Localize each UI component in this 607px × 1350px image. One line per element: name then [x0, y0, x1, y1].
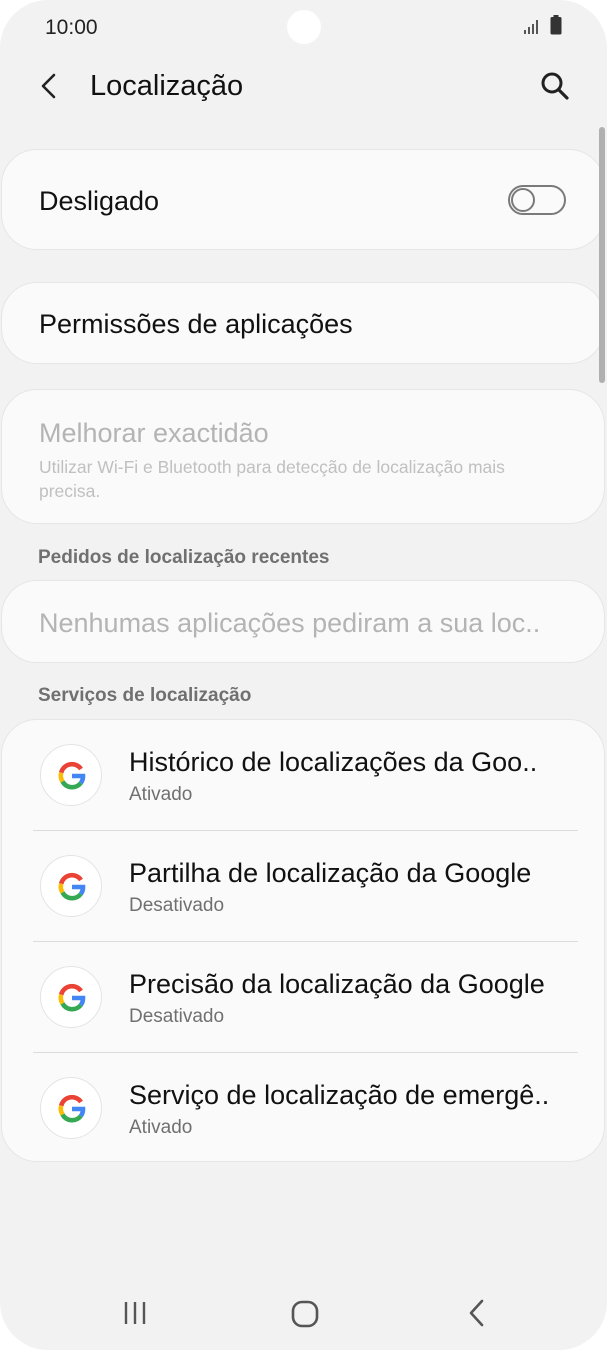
google-icon	[40, 744, 102, 806]
search-icon[interactable]	[538, 69, 572, 103]
recent-requests-empty-text: Nenhumas aplicações pediram a sua loc..	[39, 608, 541, 638]
service-status: Desativado	[129, 895, 225, 916]
google-icon	[40, 1077, 102, 1139]
location-toggle-label: Desligado	[39, 186, 160, 216]
recent-apps-icon[interactable]	[120, 1298, 150, 1328]
service-item-location-history[interactable]: Histórico de localizações da Goo.. Ativa…	[2, 720, 606, 831]
home-icon[interactable]	[289, 1298, 321, 1330]
battery-icon	[550, 15, 562, 35]
service-status: Ativado	[129, 1117, 193, 1138]
app-bar: Localização	[0, 56, 607, 120]
nav-back-icon[interactable]	[462, 1298, 492, 1328]
recent-requests-header: Pedidos de localização recentes	[38, 547, 330, 568]
service-status: Ativado	[129, 784, 193, 805]
app-permissions-item[interactable]: Permissões de aplicações	[1, 282, 605, 364]
navigation-bar	[0, 1276, 607, 1350]
phone-screen: 10:00 Localização Desligado Permissões d…	[0, 0, 607, 1350]
service-status: Desativado	[129, 1006, 225, 1027]
service-item-location-accuracy[interactable]: Precisão da localização da Google Desati…	[2, 942, 606, 1053]
service-title: Serviço de localização de emergê..	[129, 1080, 550, 1110]
scrollbar[interactable]	[599, 127, 605, 383]
front-camera	[287, 10, 321, 44]
google-icon	[40, 855, 102, 917]
improve-accuracy-description: Utilizar Wi-Fi e Bluetooth para detecção…	[39, 457, 505, 501]
app-permissions-label: Permissões de aplicações	[39, 309, 353, 339]
location-services-card: Histórico de localizações da Goo.. Ativa…	[1, 719, 605, 1162]
service-title: Partilha de localização da Google	[129, 858, 532, 888]
service-title: Histórico de localizações da Goo..	[129, 747, 538, 777]
google-icon	[40, 966, 102, 1028]
location-toggle-card[interactable]: Desligado	[1, 149, 605, 250]
toggle-knob	[511, 188, 535, 212]
service-item-location-sharing[interactable]: Partilha de localização da Google Desati…	[2, 831, 606, 942]
improve-accuracy-title: Melhorar exactidão	[39, 418, 269, 448]
location-toggle-switch[interactable]	[508, 185, 566, 215]
status-time: 10:00	[45, 16, 98, 39]
back-arrow-icon[interactable]	[34, 70, 66, 102]
location-services-header: Serviços de localização	[38, 685, 252, 706]
status-bar: 10:00	[0, 0, 607, 56]
recent-requests-card: Nenhumas aplicações pediram a sua loc..	[1, 580, 605, 663]
page-title: Localização	[90, 70, 244, 102]
signal-icon	[524, 20, 538, 34]
service-title: Precisão da localização da Google	[129, 969, 545, 999]
service-item-emergency-location[interactable]: Serviço de localização de emergê.. Ativa…	[2, 1053, 606, 1164]
improve-accuracy-item: Melhorar exactidão Utilizar Wi-Fi e Blue…	[1, 389, 605, 524]
